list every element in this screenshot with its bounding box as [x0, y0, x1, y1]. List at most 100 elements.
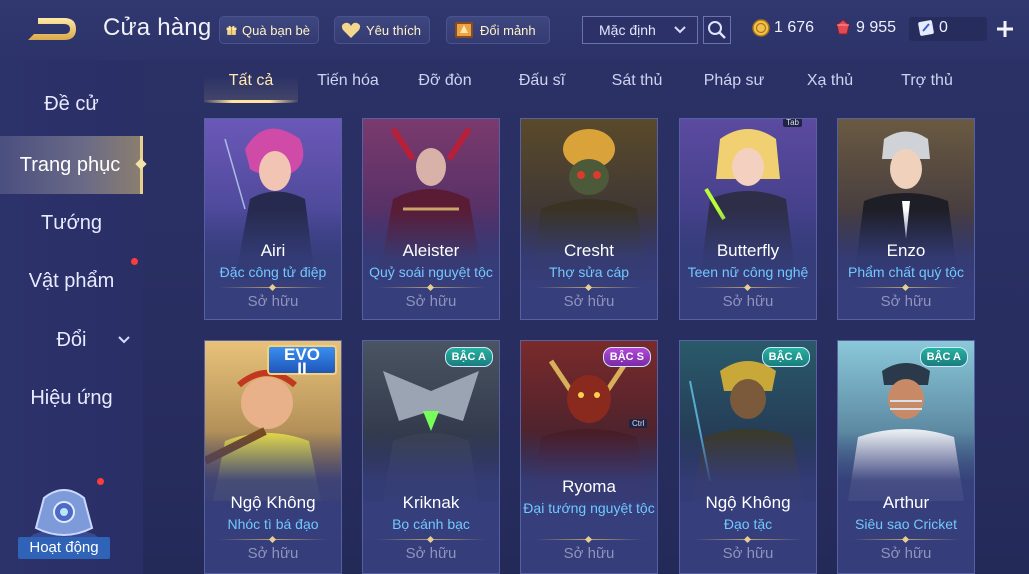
tab-mage[interactable]: Pháp sư	[692, 72, 776, 98]
owned-status: Sở hữu	[722, 293, 774, 310]
hero-name: Ngộ Không	[705, 493, 791, 512]
owned-status: Sở hữu	[247, 545, 299, 562]
chevron-down-icon	[118, 336, 130, 344]
owned-status: Sở hữu	[880, 293, 932, 310]
hero-name: Cresht	[563, 241, 615, 260]
tab-evolution[interactable]: Tiến hóa	[306, 72, 390, 98]
gold-amount: 1 676	[774, 19, 815, 36]
tier-s-badge: BẬC S	[602, 347, 651, 367]
sidebar-item-recommended[interactable]: Đề cử	[0, 75, 143, 133]
notification-dot	[97, 478, 104, 485]
keyboard-hint-tag: Ctrl	[629, 419, 648, 428]
skin-card[interactable]: BẬC A Arthur Siêu sao Cricket Sở hữu	[837, 340, 975, 574]
tab-support[interactable]: Trợ thủ	[885, 72, 969, 98]
tab-assassin[interactable]: Sát thủ	[595, 72, 679, 98]
shard-exchange-button[interactable]: Đổi mảnh	[446, 16, 550, 44]
back-arrow-icon	[28, 18, 76, 40]
tier-a-badge: BẬC A	[919, 347, 968, 367]
sort-dropdown[interactable]: Mặc định	[582, 16, 698, 44]
ruby-gem-icon	[836, 19, 850, 35]
skin-card[interactable]: BẬC A Kriknak Bọ cánh bạc Sở hữu	[362, 340, 500, 574]
sidebar-item-heroes[interactable]: Tướng	[0, 194, 143, 252]
gold-currency: 1 676	[752, 19, 814, 37]
hero-name: Ryoma	[562, 477, 616, 496]
ticket-amount: 0	[939, 19, 948, 36]
sidebar-item-label: Tướng	[41, 211, 102, 234]
skin-name: Siêu sao Cricket	[855, 516, 957, 532]
add-currency-button[interactable]	[994, 16, 1016, 42]
tab-all[interactable]: Tất cả	[204, 72, 298, 98]
skin-name: Nhóc tì bá đạo	[227, 516, 319, 532]
owned-status: Sở hữu	[563, 293, 615, 310]
chevron-down-icon	[674, 26, 686, 34]
skin-name: Quỷ soái nguyệt tộc	[369, 264, 493, 280]
tab-underline	[204, 100, 298, 103]
skin-name: Đạo tặc	[723, 516, 773, 532]
tier-a-badge: BẬC A	[444, 347, 493, 367]
back-button[interactable]	[24, 12, 80, 46]
shard-icon	[455, 22, 473, 38]
hero-name: Kriknak	[402, 493, 460, 512]
event-label: Hoạt động	[18, 537, 110, 559]
tier-a-badge: BẬC A	[761, 347, 810, 367]
skin-card[interactable]: Aleister Quỷ soái nguyệt tộc Sở hữu	[362, 118, 500, 320]
skin-card[interactable]: BẬC A Ngộ Không Đạo tặc Sở hữu	[679, 340, 817, 574]
gold-coin-icon	[752, 19, 770, 37]
favorites-label: Yêu thích	[366, 22, 421, 38]
hero-name: Airi	[260, 241, 286, 260]
owned-status: Sở hữu	[405, 293, 457, 310]
sidebar-item-items[interactable]: Vật phẩm	[0, 252, 143, 310]
ruby-currency: 9 955	[834, 19, 896, 37]
tab-fighter[interactable]: Đấu sĩ	[500, 72, 584, 98]
skin-name: Đặc công tử điệp	[219, 264, 327, 280]
sort-dropdown-value: Mặc định	[599, 22, 656, 38]
sidebar-item-label: Đổi	[56, 328, 87, 351]
hero-name: Aleister	[402, 241, 460, 260]
ruby-amount: 9 955	[856, 19, 897, 36]
owned-status: Sở hữu	[563, 545, 615, 562]
favorites-button[interactable]: Yêu thích	[334, 16, 430, 44]
skin-card[interactable]: Airi Đặc công tử điệp Sở hữu	[204, 118, 342, 320]
owned-status: Sở hữu	[405, 545, 457, 562]
hero-name: Butterfly	[716, 241, 780, 260]
sidebar-item-label: Đề cử	[44, 92, 99, 115]
notification-dot	[131, 258, 138, 265]
skin-card[interactable]: BẬC S Ctrl Ryoma Đại tướng nguyệt tộc Sở…	[520, 340, 658, 574]
skin-card[interactable]: Enzo Phẩm chất quý tộc Sở hữu	[837, 118, 975, 320]
owned-status: Sở hữu	[880, 545, 932, 562]
hero-name: Ngộ Không	[230, 493, 316, 512]
tab-tank[interactable]: Đỡ đòn	[403, 72, 487, 98]
skin-name: Teen nữ công nghệ	[687, 264, 809, 280]
owned-status: Sở hữu	[247, 293, 299, 310]
friend-gift-button[interactable]: Quà bạn bè	[219, 16, 319, 44]
gift-icon	[226, 25, 237, 35]
search-button[interactable]	[703, 16, 731, 44]
heart-icon	[341, 22, 361, 38]
skin-name: Đại tướng nguyệt tộc	[523, 500, 655, 516]
active-indicator-icon	[135, 158, 147, 170]
skin-card[interactable]: Tab Butterfly Teen nữ công nghệ Sở hữu	[679, 118, 817, 320]
sidebar-item-skins[interactable]: Trang phục	[0, 136, 147, 194]
skin-name: Thợ sửa cáp	[548, 264, 630, 280]
tab-marksman[interactable]: Xạ thủ	[788, 72, 872, 98]
hero-name: Arthur	[882, 493, 930, 512]
evolution-badge: EVO II	[267, 345, 337, 377]
sidebar-item-label: Hiệu ứng	[30, 386, 113, 409]
keyboard-hint-tag: Tab	[783, 119, 802, 127]
shard-exchange-label: Đổi mảnh	[480, 22, 536, 38]
sidebar-item-effects[interactable]: Hiệu ứng	[0, 369, 143, 427]
skin-name: Bọ cánh bạc	[392, 516, 470, 532]
page-title: Cửa hàng	[103, 14, 212, 41]
sidebar-item-exchange[interactable]: Đổi	[0, 311, 143, 369]
skin-name: Phẩm chất quý tộc	[848, 264, 964, 280]
skin-card[interactable]: EVO II Ngộ Không Nhóc tì bá đạo Sở hữu	[204, 340, 342, 574]
sidebar-item-label: Trang phục	[19, 153, 121, 176]
hero-name: Enzo	[886, 241, 926, 260]
plus-icon	[997, 21, 1013, 37]
ticket-icon	[918, 20, 934, 36]
owned-status: Sở hữu	[722, 545, 774, 562]
friend-gift-label: Quà bạn bè	[242, 22, 310, 38]
ticket-currency: 0	[917, 19, 948, 37]
sidebar-item-label: Vật phẩm	[28, 269, 115, 292]
skin-card[interactable]: Cresht Thợ sửa cáp Sở hữu	[520, 118, 658, 320]
